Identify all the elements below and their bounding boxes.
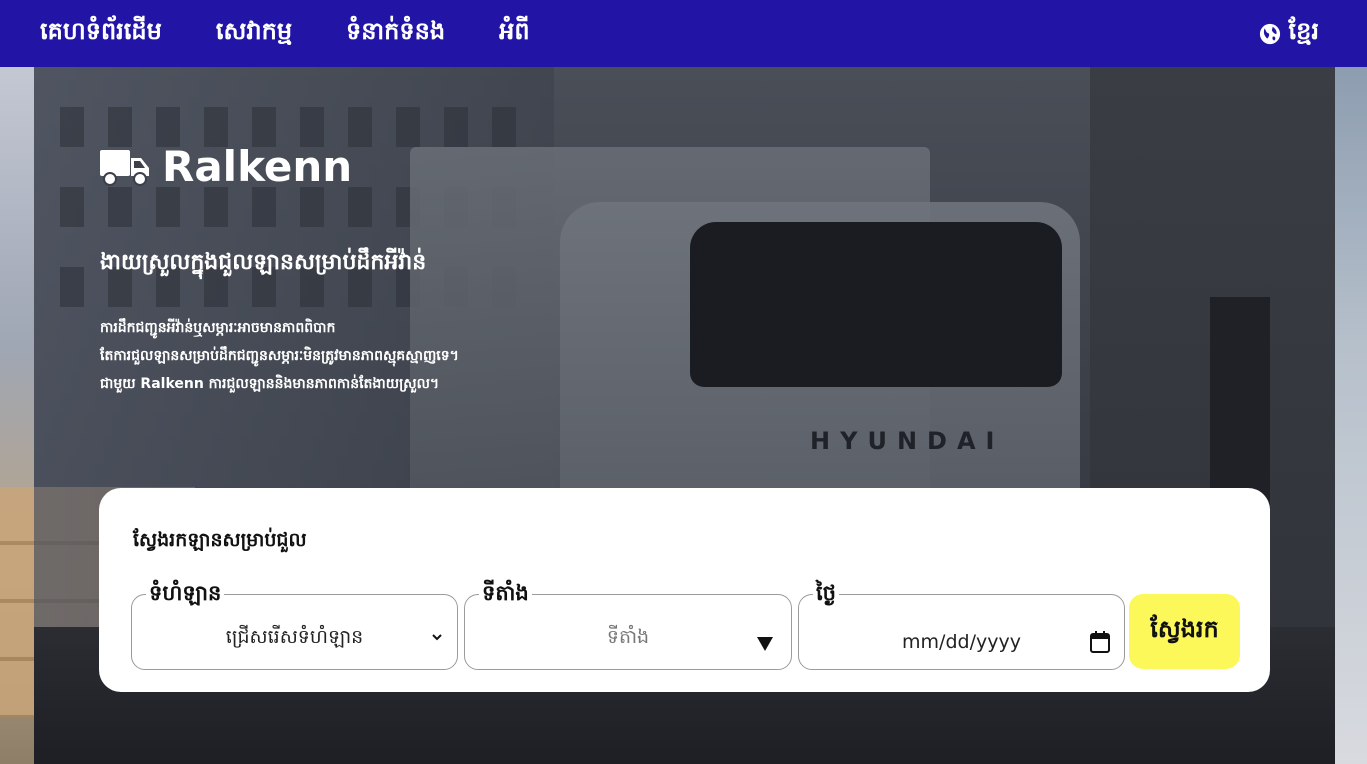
search-button[interactable]: ស្វែងរក <box>1129 594 1240 669</box>
building-windows <box>60 107 520 147</box>
location-label: ទីតាំង <box>479 579 532 607</box>
calendar-icon[interactable] <box>1090 631 1110 653</box>
top-nav: គេហទំព័រដើម សេវាកម្ម ទំនាក់ទំនង អំពី ខ្ម… <box>0 0 1367 67</box>
caret-down-icon[interactable] <box>757 637 773 651</box>
description-line: តែការជួលឡានសម្រាប់ដឹកជញ្ជូនសម្ភារៈមិនត្រ… <box>100 348 459 364</box>
date-placeholder: mm/dd/yyyy <box>902 631 1021 653</box>
truck-windshield <box>690 222 1062 387</box>
nav-item-about[interactable]: អំពី <box>499 16 529 51</box>
nav-item-contact[interactable]: ទំនាក់ទំនង <box>346 16 445 51</box>
description-line: ជាមួយ Ralkenn ការជួលឡាននិងមានភាពកាន់តែងា… <box>100 376 440 392</box>
date-label: ថ្ងៃ <box>813 579 839 607</box>
search-card: ស្វែងរកឡានសម្រាប់ជួល ទំហំឡាន ជ្រើសរើសទំហ… <box>99 488 1270 692</box>
hero-description: ការដឹកជញ្ជូនអីវ៉ាន់ឬសម្ភារៈអាចមានភាពពិបា… <box>100 314 459 398</box>
nav-item-home[interactable]: គេហទំព័រដើម <box>40 16 162 51</box>
background-right-strip <box>1335 67 1367 764</box>
location-input[interactable]: ទីតាំង ទីតាំង <box>464 579 792 670</box>
truck-brand-text: HYUNDAI <box>810 427 1005 455</box>
globe-icon <box>1259 23 1280 44</box>
search-card-title: ស្វែងរកឡានសម្រាប់ជួល <box>133 529 307 551</box>
date-input[interactable]: ថ្ងៃ mm/dd/yyyy <box>798 579 1125 670</box>
brand-logo: Ralkenn <box>100 142 352 191</box>
truck-size-value: ជ្រើសរើសទំហំឡាន <box>225 626 364 648</box>
language-switcher[interactable]: ខ្មែរ <box>1259 16 1319 51</box>
location-placeholder: ទីតាំង <box>606 626 650 648</box>
truck-size-select[interactable]: ទំហំឡាន ជ្រើសរើសទំហំឡាន <box>131 579 458 670</box>
chevron-down-icon <box>432 634 442 641</box>
language-label: ខ្មែរ <box>1288 17 1319 45</box>
hero-tagline: ងាយស្រួលក្នុងជួលឡានសម្រាប់ដឹកអីវ៉ាន់ <box>100 250 427 275</box>
brand-name: Ralkenn <box>162 142 353 191</box>
description-line: ការដឹកជញ្ជូនអីវ៉ាន់ឬសម្ភារៈអាចមានភាពពិបា… <box>100 320 336 336</box>
truck-size-label: ទំហំឡាន <box>146 579 225 607</box>
nav-item-services[interactable]: សេវាកម្ម <box>216 16 292 51</box>
truck-icon <box>100 149 149 186</box>
